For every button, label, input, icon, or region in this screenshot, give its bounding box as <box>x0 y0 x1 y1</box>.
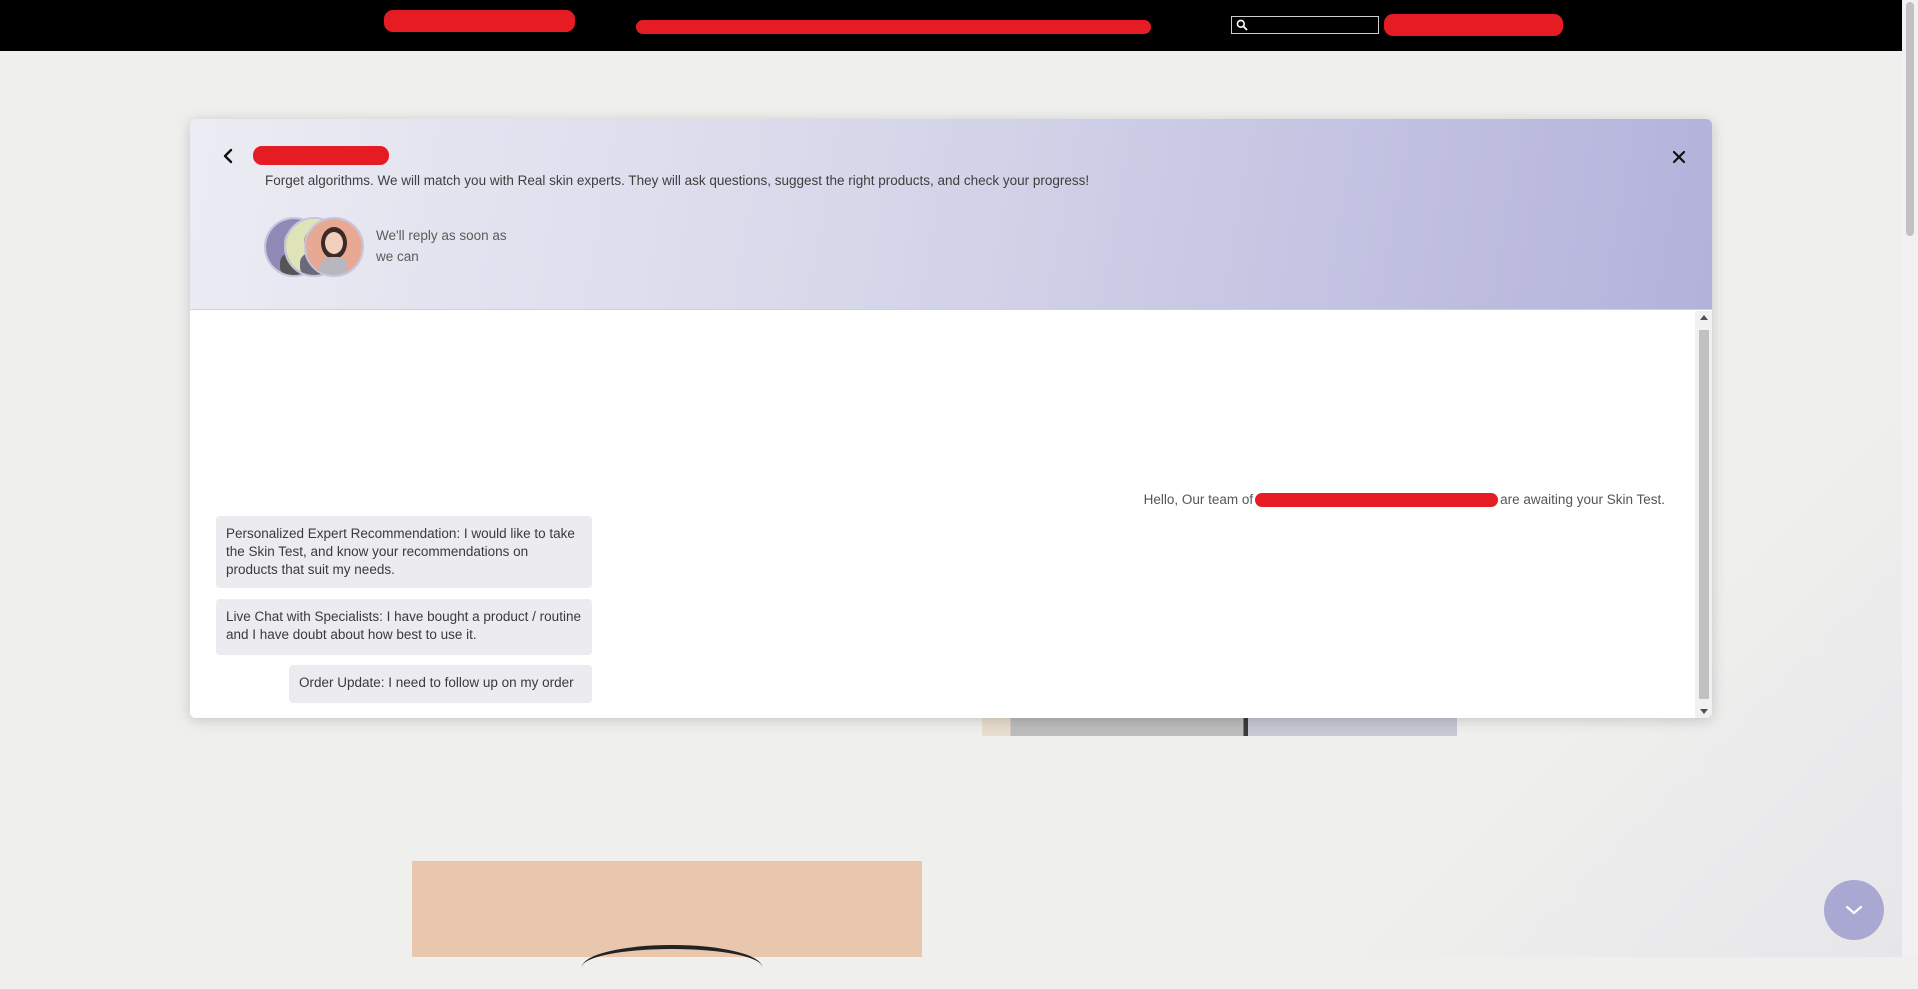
chat-toggle-button[interactable] <box>1824 880 1884 940</box>
page-scrollbar[interactable] <box>1902 0 1918 957</box>
redacted-team-name <box>1255 492 1499 507</box>
greeting-message: Hello, Our team of are awaiting your Ski… <box>1144 492 1665 507</box>
scroll-up-arrow-icon[interactable] <box>1700 315 1708 320</box>
expert-avatars <box>264 217 370 277</box>
chevron-left-icon <box>223 148 233 164</box>
redacted-nav-links[interactable] <box>636 20 1151 34</box>
chat-scrollbar-thumb[interactable] <box>1699 330 1709 699</box>
chat-scrollbar[interactable] <box>1695 311 1712 718</box>
avatar <box>304 217 364 277</box>
page-scrollbar-thumb[interactable] <box>1906 2 1914 236</box>
option-live-chat[interactable]: Live Chat with Specialists: I have bough… <box>216 599 592 655</box>
redacted-chat-title <box>253 146 389 165</box>
redacted-account-links[interactable] <box>1384 14 1563 36</box>
product-shape <box>582 945 762 989</box>
scroll-down-arrow-icon[interactable] <box>1700 709 1708 714</box>
search-box[interactable] <box>1231 16 1379 34</box>
close-button[interactable] <box>1667 145 1691 169</box>
option-order-update[interactable]: Order Update: I need to follow up on my … <box>289 665 592 703</box>
greeting-suffix: are awaiting your Skin Test. <box>1500 492 1665 507</box>
chevron-down-icon <box>1845 905 1863 915</box>
redacted-logo[interactable] <box>384 10 575 32</box>
chat-modal: Forget algorithms. We will match you wit… <box>190 119 1712 718</box>
reply-time-note: We'll reply as soon as we can <box>376 228 507 264</box>
search-icon <box>1236 19 1248 31</box>
option-expert-recommendation[interactable]: Personalized Expert Recommendation: I wo… <box>216 516 592 588</box>
top-nav-bar <box>0 0 1918 51</box>
search-input[interactable] <box>1250 17 1374 33</box>
chat-header: Forget algorithms. We will match you wit… <box>190 119 1712 310</box>
chat-subtitle: Forget algorithms. We will match you wit… <box>265 173 1090 188</box>
chat-messages: Hello, Our team of are awaiting your Ski… <box>190 311 1712 718</box>
background-product-card <box>412 861 922 957</box>
back-button[interactable] <box>216 144 240 168</box>
close-icon <box>1672 150 1686 164</box>
greeting-prefix: Hello, Our team of <box>1143 492 1254 507</box>
